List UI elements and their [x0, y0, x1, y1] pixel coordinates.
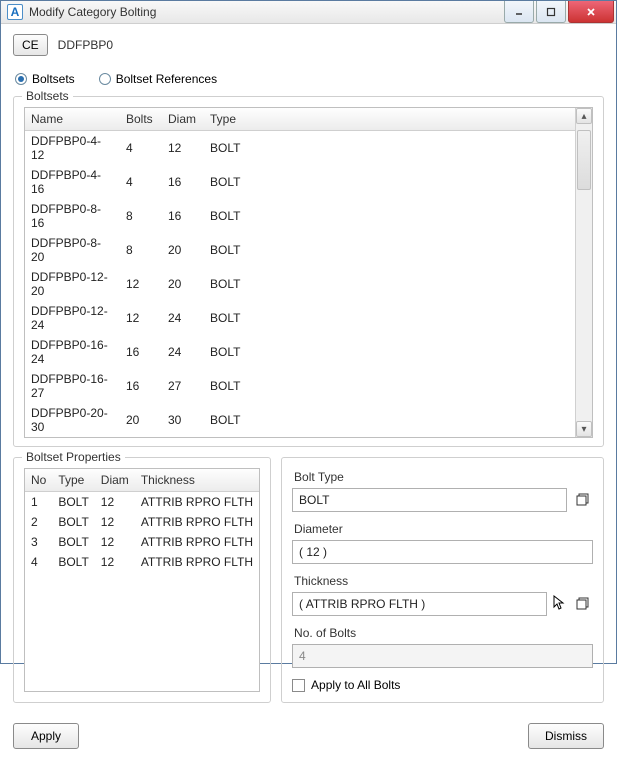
table-row[interactable]: 2BOLT12ATTRIB RPRO FLTH: [25, 512, 259, 532]
app-icon: A: [7, 4, 23, 20]
col-bolts[interactable]: Bolts: [120, 108, 162, 131]
lower-row: Boltset Properties No Type Diam Thicknes…: [13, 457, 604, 713]
close-button[interactable]: [568, 1, 614, 23]
boltsets-group: Boltsets Name Bolts Diam Type: [13, 96, 604, 447]
table-row[interactable]: DDFPBP0-16-271627BOLT: [25, 369, 575, 403]
radio-boltset-references-label: Boltset References: [116, 72, 217, 86]
radio-icon: [15, 73, 27, 85]
scroll-up-icon[interactable]: ▴: [576, 108, 592, 124]
client-area: CE DDFPBP0 Boltsets Boltset References B…: [1, 24, 616, 761]
footer: Apply Dismiss: [13, 723, 604, 749]
apply-button[interactable]: Apply: [13, 723, 79, 749]
table-row[interactable]: 1BOLT12ATTRIB RPRO FLTH: [25, 492, 259, 513]
boltset-properties-label: Boltset Properties: [22, 450, 125, 464]
bolt-type-label: Bolt Type: [294, 470, 593, 484]
diameter-label: Diameter: [294, 522, 593, 536]
no-of-bolts-label: No. of Bolts: [294, 626, 593, 640]
thickness-field[interactable]: ( ATTRIB RPRO FLTH ): [292, 592, 547, 616]
browse-thickness-button[interactable]: [573, 594, 593, 614]
boltsets-table-wrap: Name Bolts Diam Type DDFPBP0-4-12412BOLT…: [24, 107, 593, 438]
cursor-icon: [553, 595, 567, 614]
checkbox-icon: [292, 679, 305, 692]
radio-boltset-references[interactable]: Boltset References: [99, 72, 217, 86]
table-row[interactable]: DDFPBP0-12-201220BOLT: [25, 267, 575, 301]
diameter-field[interactable]: ( 12 ): [292, 540, 593, 564]
table-row[interactable]: DDFPBP0-16-241624BOLT: [25, 335, 575, 369]
col-diam[interactable]: Diam: [95, 469, 135, 492]
table-row[interactable]: 3BOLT12ATTRIB RPRO FLTH: [25, 532, 259, 552]
radio-boltsets[interactable]: Boltsets: [15, 72, 75, 86]
view-mode-radios: Boltsets Boltset References: [15, 72, 604, 86]
table-row[interactable]: DDFPBP0-4-12412BOLT: [25, 131, 575, 166]
col-thickness[interactable]: Thickness: [135, 469, 259, 492]
table-row[interactable]: DDFPBP0-4-16416BOLT: [25, 165, 575, 199]
thickness-label: Thickness: [294, 574, 593, 588]
ce-button[interactable]: CE: [13, 34, 48, 56]
table-row[interactable]: DDFPBP0-8-16816BOLT: [25, 199, 575, 233]
radio-icon: [99, 73, 111, 85]
boltset-properties-group: Boltset Properties No Type Diam Thicknes…: [13, 457, 271, 703]
boltsets-group-label: Boltsets: [22, 89, 73, 103]
table-row[interactable]: DDFPBP0-12-241224BOLT: [25, 301, 575, 335]
table-row[interactable]: DDFPBP0-20-302030BOLT: [25, 403, 575, 437]
stack-icon: [576, 493, 590, 507]
col-no[interactable]: No: [25, 469, 52, 492]
window: A Modify Category Bolting CE DDFPBP0 Bol…: [0, 0, 617, 664]
no-of-bolts-field: 4: [292, 644, 593, 668]
col-diam[interactable]: Diam: [162, 108, 204, 131]
props-table[interactable]: No Type Diam Thickness 1BOLT12ATTRIB RPR…: [25, 469, 259, 572]
maximize-button[interactable]: [536, 1, 566, 23]
dismiss-button[interactable]: Dismiss: [528, 723, 604, 749]
browse-bolt-type-button[interactable]: [573, 490, 593, 510]
scroll-thumb[interactable]: [577, 130, 591, 190]
boltsets-table[interactable]: Name Bolts Diam Type DDFPBP0-4-12412BOLT…: [25, 108, 575, 437]
window-title: Modify Category Bolting: [29, 5, 502, 19]
col-type[interactable]: Type: [52, 469, 94, 492]
col-name[interactable]: Name: [25, 108, 120, 131]
table-row[interactable]: 4BOLT12ATTRIB RPRO FLTH: [25, 552, 259, 572]
col-type[interactable]: Type: [204, 108, 575, 131]
bolt-type-field[interactable]: BOLT: [292, 488, 567, 512]
apply-to-all-label: Apply to All Bolts: [311, 678, 400, 692]
props-table-wrap: No Type Diam Thickness 1BOLT12ATTRIB RPR…: [24, 468, 260, 692]
scroll-track[interactable]: [576, 124, 592, 421]
bolt-form: Bolt Type BOLT Diameter ( 12 ) Thickness…: [281, 457, 604, 703]
scrollbar[interactable]: ▴ ▾: [575, 108, 592, 437]
table-row[interactable]: DDFPBP0-8-20820BOLT: [25, 233, 575, 267]
stack-icon: [576, 597, 590, 611]
radio-boltsets-label: Boltsets: [32, 72, 75, 86]
apply-to-all-checkbox[interactable]: Apply to All Bolts: [292, 678, 593, 692]
titlebar: A Modify Category Bolting: [1, 1, 616, 24]
ce-name: DDFPBP0: [58, 38, 113, 52]
scroll-down-icon[interactable]: ▾: [576, 421, 592, 437]
window-controls: [502, 1, 614, 23]
ce-row: CE DDFPBP0: [13, 34, 604, 56]
minimize-button[interactable]: [504, 1, 534, 23]
